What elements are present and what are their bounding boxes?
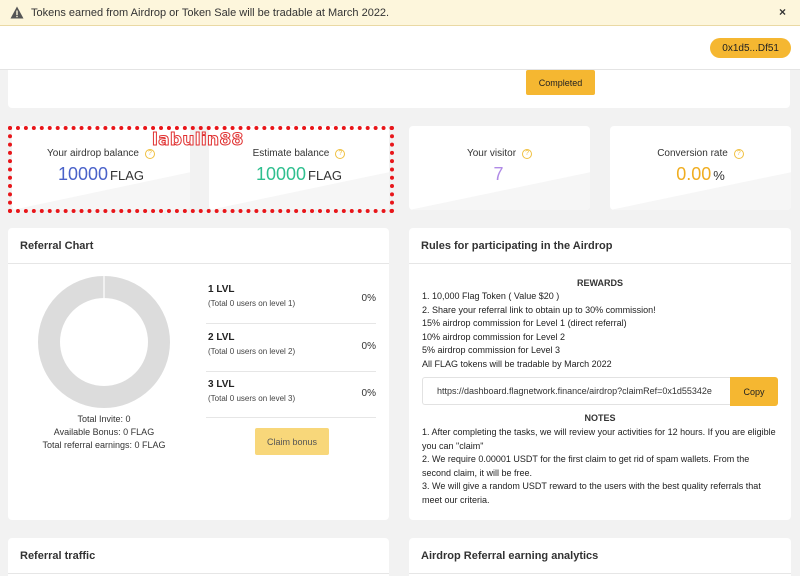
claim-bonus-button[interactable]: Claim bonus — [255, 428, 329, 455]
completed-button[interactable]: Completed — [526, 70, 595, 95]
banner-text: Tokens earned from Airdrop or Token Sale… — [31, 6, 390, 19]
referral-traffic-panel: Referral traffic — [8, 538, 389, 576]
level-row: 1 LVL (Total 0 users on level 1) 0% — [206, 277, 376, 324]
level-row: 2 LVL (Total 0 users on level 2) 0% — [206, 325, 376, 372]
stat-value: 0.00 — [676, 164, 712, 184]
panel-title: Referral traffic — [8, 538, 389, 574]
rewards-list: 1. 10,000 Flag Token ( Value $20 ) 2. Sh… — [422, 290, 656, 372]
list-item: 1. 10,000 Flag Token ( Value $20 ) — [422, 291, 560, 301]
notes-heading: NOTES — [584, 413, 616, 423]
list-item: 15% airdrop commission for Level 1 (dire… — [422, 318, 627, 329]
task-card: Completed — [8, 70, 790, 108]
visitor-card: Your visitor? 7 — [409, 126, 590, 210]
top-bar: 0x1d5...Df51 — [0, 26, 800, 70]
panel-title: Rules for participating in the Airdrop — [409, 228, 791, 264]
list-item: 10% airdrop commission for Level 2 — [422, 331, 566, 342]
level-percent: 0% — [361, 341, 376, 352]
level-row: 3 LVL (Total 0 users on level 3) 0% — [206, 372, 376, 419]
list-item: 2. Share your referral link to obtain up… — [422, 304, 656, 315]
total-invite: Total Invite: 0 — [77, 414, 131, 424]
panel-title: Referral Chart — [8, 228, 389, 264]
available-bonus: Available Bonus: 0 FLAG — [53, 427, 155, 437]
stat-label: Conversion rate — [657, 148, 728, 159]
total-referral-earnings: Total referral earnings: 0 FLAG — [42, 440, 166, 450]
panel-title: Airdrop Referral earning analytics — [409, 538, 791, 574]
airdrop-rules-panel: Rules for participating in the Airdrop R… — [409, 228, 791, 520]
referral-link-field[interactable]: https://dashboard.flagnetwork.finance/ai… — [422, 377, 730, 405]
warning-icon — [9, 6, 25, 20]
list-item: All FLAG tokens will be tradable by Marc… — [422, 358, 612, 369]
help-icon[interactable]: ? — [522, 149, 533, 159]
earning-analytics-panel: Airdrop Referral earning analytics — [409, 538, 791, 576]
level-percent: 0% — [361, 293, 376, 304]
level-title: 3 LVL — [208, 379, 235, 390]
rewards-heading: REWARDS — [576, 278, 623, 288]
level-subtitle: (Total 0 users on level 2) — [208, 347, 296, 356]
level-percent: 0% — [361, 388, 376, 399]
copy-button[interactable]: Copy — [730, 377, 778, 406]
list-item: 2. We require 0.00001 USDT for the first… — [422, 454, 750, 478]
watermark-text: labulin88 — [152, 130, 244, 151]
divider — [206, 417, 376, 418]
conversion-rate-card: Conversion rate? 0.00% — [610, 126, 791, 210]
announcement-banner: Tokens earned from Airdrop or Token Sale… — [0, 0, 800, 26]
help-icon[interactable]: ? — [733, 149, 744, 159]
level-title: 1 LVL — [208, 284, 235, 295]
wallet-address-button[interactable]: 0x1d5...Df51 — [710, 38, 791, 58]
level-subtitle: (Total 0 users on level 3) — [208, 394, 296, 403]
stat-value: 7 — [493, 164, 504, 184]
referral-summary: Total Invite: 0 Available Bonus: 0 FLAG … — [8, 413, 200, 452]
referral-chart-panel: Referral Chart Total Invite: 0 Available… — [8, 228, 389, 520]
stat-label: Your visitor — [466, 148, 517, 159]
list-item: 5% airdrop commission for Level 3 — [422, 345, 561, 356]
stat-unit: % — [713, 168, 725, 183]
referral-donut-chart — [38, 275, 170, 408]
level-title: 2 LVL — [208, 332, 235, 343]
notes-list: 1. After completing the tasks, we will r… — [422, 426, 776, 508]
list-item: 1. After completing the tasks, we will r… — [422, 427, 776, 451]
close-icon[interactable]: × — [779, 5, 786, 19]
list-item: 3. We will give a random USDT reward to … — [422, 481, 761, 505]
level-subtitle: (Total 0 users on level 1) — [208, 299, 296, 308]
